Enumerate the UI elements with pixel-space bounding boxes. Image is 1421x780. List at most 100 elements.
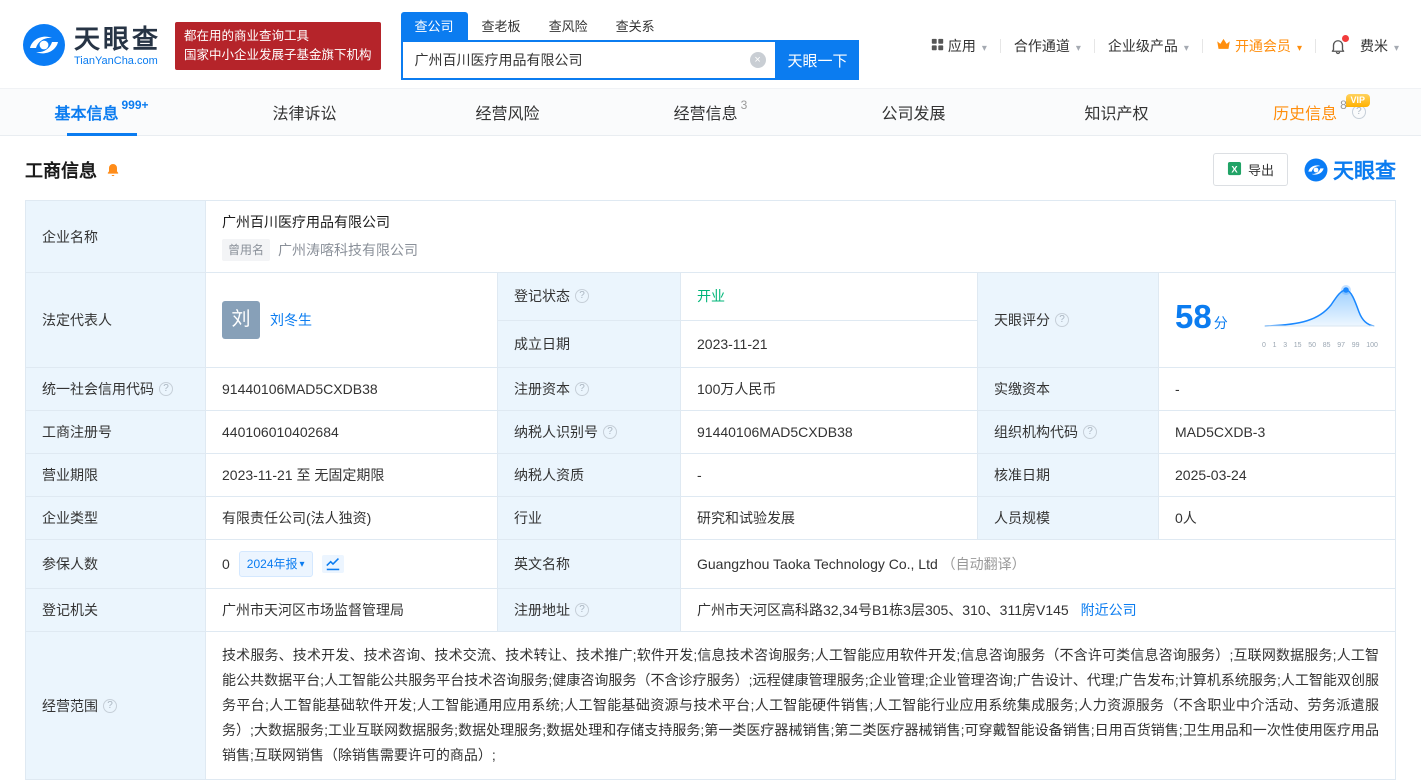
tab-ip[interactable]: 知识产权 [1015,89,1218,135]
row-business-scope: 经营范围 技术服务、技术开发、技术咨询、技术交流、技术转让、技术推广;软件开发;… [25,631,1396,780]
scope-help-icon[interactable] [103,698,117,713]
insured-label: 参保人数 [25,539,206,589]
nearby-companies-link[interactable]: 附近公司 [1081,602,1137,618]
tianyancha-logo[interactable]: 天眼查 TianYanCha.com [22,23,161,70]
promo-line1: 都在用的商业查询工具 [184,28,310,43]
promo-line2: 国家中小企业发展子基金旗下机构 [184,48,372,62]
nav-vip-label: 开通会员 [1234,38,1291,54]
tab-business-info[interactable]: 经营信息 3 [609,89,812,135]
tab-risk[interactable]: 经营风险 [406,89,609,135]
nav-divider [1093,39,1095,53]
section-title: 工商信息 [25,160,97,181]
approval-date-value: 2025-03-24 [1158,453,1396,497]
tab-business-label: 经营信息 [673,106,738,123]
paid-capital-label: 实缴资本 [977,367,1159,411]
registry-value: 广州市天河区市场监督管理局 [205,588,498,632]
tab-legal[interactable]: 法律诉讼 [203,89,406,135]
excel-icon: X [1227,161,1242,179]
legal-rep-avatar[interactable]: 刘 [222,301,260,339]
row-reg-numbers: 工商注册号 440106010402684 纳税人识别号 91440106MAD… [25,410,1396,454]
search-area: 查公司 查老板 查风险 查关系 天眼一下 [400,12,859,80]
annual-report-badge[interactable]: 2024年报 [238,551,313,577]
company-type-value: 有限责任公司(法人独资) [205,496,498,540]
address-value: 广州市天河区高科路32,34号B1栋3层305、310、311房V145 [697,602,1069,618]
legal-rep-link[interactable]: 刘冬生 [270,310,312,330]
staff-size-value: 0人 [1158,496,1396,540]
monitor-bell-icon[interactable] [105,162,121,178]
notifications-bell-icon[interactable] [1329,35,1349,55]
top-nav: 应用 合作通道 企业级产品 开通会员 费米 [931,35,1399,56]
nav-divider [999,39,1001,53]
taxpayer-quality-label: 纳税人资质 [497,453,681,497]
score-distribution-chart: 0 1 3 15 50 85 97 99 100 [1261,284,1379,356]
reg-number-label: 工商注册号 [25,410,206,454]
nav-vip[interactable]: 开通会员 [1216,36,1302,56]
tab-risk-label: 经营风险 [475,106,540,123]
tab-history-badge: 8 [1340,98,1347,112]
tab-history-label: 历史信息 [1273,106,1338,123]
credit-code-value: 91440106MAD5CXDB38 [205,367,498,411]
nav-partner[interactable]: 合作通道 [1014,36,1081,56]
export-button[interactable]: X 导出 [1212,153,1288,186]
address-help-icon[interactable] [575,603,589,617]
industry-value: 研究和试验发展 [680,496,978,540]
row-type-industry: 企业类型 有限责任公司(法人独资) 行业 研究和试验发展 人员规模 0人 [25,496,1396,540]
tab-basic-info[interactable]: 基本信息 999+ [0,89,203,135]
search-tab-boss[interactable]: 查老板 [468,12,535,40]
nav-enterprise-label: 企业级产品 [1107,38,1178,54]
brand-domain: TianYanCha.com [74,55,158,68]
industry-label: 行业 [497,496,681,540]
tab-development-label: 公司发展 [881,106,946,123]
former-name: 广州涛喀科技有限公司 [278,242,419,258]
search-tab-relation[interactable]: 查关系 [602,12,669,40]
nav-user[interactable]: 费米 [1360,36,1399,56]
nav-apps[interactable]: 应用 [931,36,987,56]
former-name-badge: 曾用名 [222,239,271,261]
score-cell: 58 分 0 1 3 15 50 85 97 99 100 [1158,272,1396,368]
search-tab-company[interactable]: 查公司 [400,12,468,40]
company-type-label: 企业类型 [25,496,206,540]
score-chart-ticks: 0 1 3 15 50 85 97 99 100 [1262,342,1378,349]
org-code-label: 组织机构代码 [977,410,1159,454]
reg-status-label: 登记状态 [497,272,681,321]
company-name-label: 企业名称 [25,200,206,273]
insured-cell: 0 2024年报 [205,539,498,589]
credit-code-label: 统一社会信用代码 [25,367,206,411]
establish-date-label: 成立日期 [497,319,681,368]
notification-dot [1341,35,1349,42]
reg-capital-value: 100万人民币 [680,367,978,411]
row-insured-english: 参保人数 0 2024年报 英文名称 Guangzhou Taoka Techn… [25,539,1396,589]
tab-basic-badge: 999+ [121,98,149,112]
company-name: 广州百川医疗用品有限公司 [222,214,390,230]
row-legal-rep: 法定代表人 刘 刘冬生 登记状态 开业 天眼评分 58分 [25,272,1396,368]
row-company-name: 企业名称 广州百川医疗用品有限公司 曾用名 广州涛喀科技有限公司 [25,200,1396,273]
reg-status-help-icon[interactable] [575,289,589,304]
vip-badge: VIP [1345,94,1371,107]
scope-label: 经营范围 [25,631,206,780]
history-help-icon[interactable] [1351,105,1366,119]
legal-rep-cell: 刘 刘冬生 [205,272,498,368]
search-input[interactable] [402,52,775,68]
search-button[interactable]: 天眼一下 [776,40,859,80]
trend-chart-icon[interactable] [321,555,344,573]
search-box [400,40,777,80]
address-label: 注册地址 [497,588,681,632]
clear-search-icon[interactable] [749,52,766,68]
reg-capital-help-icon[interactable] [575,382,589,396]
credit-code-help-icon[interactable] [159,382,173,396]
tab-development[interactable]: 公司发展 [812,89,1015,135]
search-tab-risk[interactable]: 查风险 [535,12,602,40]
reg-capital-label: 注册资本 [497,367,681,411]
tianyancha-logo-icon [22,23,66,70]
english-name-note: （自动翻译） [941,556,1026,572]
nav-enterprise[interactable]: 企业级产品 [1108,36,1189,56]
taxpayer-id-label: 纳税人识别号 [497,410,681,454]
scope-value: 技术服务、技术开发、技术咨询、技术交流、技术转让、技术推广;软件开发;信息技术咨… [222,647,1379,763]
tab-history[interactable]: VIP 历史信息 8 [1218,89,1421,135]
insured-value: 0 [222,556,230,572]
score-help-icon[interactable] [1055,313,1069,327]
svg-text:X: X [1231,164,1238,174]
promo-banner: 都在用的商业查询工具 国家中小企业发展子基金旗下机构 [175,21,381,71]
org-code-help-icon[interactable] [1083,425,1097,439]
taxpayer-id-help-icon[interactable] [603,425,617,439]
